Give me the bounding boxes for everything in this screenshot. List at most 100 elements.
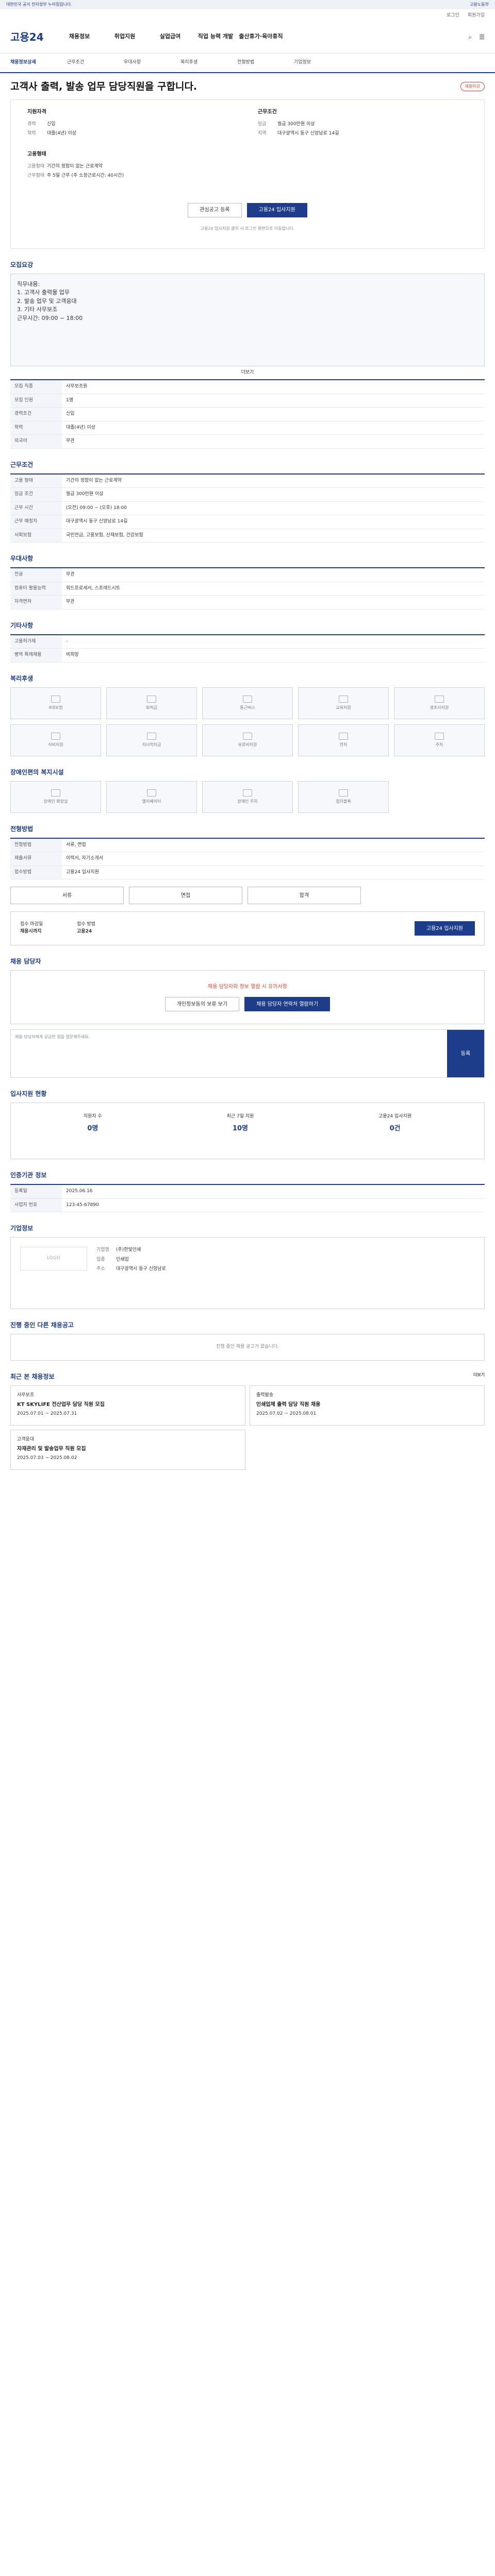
benefit-label: 교육지원 [336, 705, 351, 710]
manager-notice: 채용 담당자와 정보 열람 시 유의사항 [208, 984, 287, 990]
step-interview: 면접 [129, 887, 242, 904]
cell-label: 사업자 번호 [10, 1198, 62, 1212]
disability-tile: 엘리베이터 [106, 781, 197, 813]
cell-value: 2025.06.16 [62, 1184, 485, 1199]
cell-value: 고용24 입사지원 [62, 866, 485, 879]
job-desc-line: 3. 기타 사무보조 [17, 306, 58, 313]
conditions-table: 고용 형태 기간의 정함이 없는 근로계약 임금 조건 월급 300만원 이상 근무… [10, 473, 485, 543]
tab-benefits[interactable]: 복리후생 [180, 59, 237, 66]
disability-grid: 장애인 화장실 엘리베이터 장애인 주차 점자블록 [10, 781, 485, 813]
site-header: 고용24 채용정보 취업지원 실업급여 직업 능력 개발 출산휴가·육아휴직 ⌕… [0, 21, 495, 54]
related-empty: 진행 중인 채용 공고가 없습니다. [10, 1334, 485, 1361]
recent-title: 인쇄업체 출력 담당 직원 채용 [256, 1402, 321, 1408]
privacy-button[interactable]: 개인정보동의 보류 보기 [164, 997, 240, 1011]
benefit-label: 4대보험 [48, 705, 63, 710]
job-desc-line: 2. 발송 업무 및 고객응대 [17, 297, 77, 304]
benefit-label: 연차 [339, 742, 348, 747]
stat-value: 0명 [87, 1124, 98, 1132]
apply-button-bottom[interactable]: 고용24 입사지원 [414, 921, 475, 936]
registration-table: 등록일 2025.06.16 사업자 번호 123-45-67890 [10, 1184, 485, 1212]
recent-tag: 출력발송 [256, 1392, 274, 1398]
benefit-label: 퇴직금 [145, 705, 158, 710]
recent-card[interactable]: 출력발송 인쇄업체 출력 담당 직원 채용 2025.07.02 ~ 2025.08… [250, 1385, 485, 1426]
benefit-icon [51, 695, 60, 703]
qna-submit-button[interactable]: 등록 [447, 1030, 484, 1077]
stat-value: 0건 [389, 1124, 401, 1132]
summary-label: 경력 [27, 121, 36, 127]
summary-qualification-title: 지원자격 [27, 109, 46, 115]
cell-value: 월급 300만원 이상 [62, 487, 485, 502]
recent-more-link[interactable]: 더보기 [473, 1372, 485, 1378]
cell-label: 임금 조건 [10, 487, 62, 502]
section-etc-title: 기타사항 [10, 621, 34, 629]
login-link[interactable]: 로그인 [447, 12, 459, 18]
summary-value: 주 5일 근무 (주 소정근로시간: 40시간) [47, 173, 124, 178]
benefit-icon [339, 695, 348, 703]
more-button[interactable]: 더보기 [10, 369, 485, 377]
menu-icon[interactable]: ☰ [479, 32, 485, 42]
stat-label: 지원자 수 [83, 1114, 102, 1119]
detail-tabs: 채용정보상세 근무조건 우대사항 복리후생 전형방법 기업정보 [0, 54, 495, 73]
site-logo[interactable]: 고용24 [10, 29, 57, 45]
job-desc-line: 근무시간: 09:00 ~ 18:00 [17, 314, 83, 321]
disability-label: 엘리베이터 [142, 799, 161, 804]
recent-card[interactable]: 사무보조 KT SKYLIFE 전산업무 담당 직원 모집 2025.07.01 ~… [10, 1385, 245, 1426]
apply-button[interactable]: 고용24 입사지원 [246, 202, 307, 217]
benefit-label: 식비지원 [48, 742, 63, 747]
summary-label: 고용형태 [27, 163, 45, 169]
cell-label: 경력조건 [10, 407, 62, 421]
tab-company[interactable]: 기업정보 [294, 59, 351, 66]
nav-support[interactable]: 취업지원 [102, 32, 147, 41]
nav-leave[interactable]: 출산휴가·육아휴직 [238, 32, 284, 41]
section-related-title: 진행 중인 다른 채용공고 [10, 1321, 74, 1329]
disability-label: 장애인 주차 [237, 799, 258, 804]
nav-training[interactable]: 직업 능력 개발 [193, 32, 238, 41]
apply-value: 고용24 [77, 928, 92, 934]
tab-detail[interactable]: 채용정보상세 [10, 59, 67, 66]
cell-value: 기간의 정함이 없는 근로계약 [62, 473, 485, 488]
summary-label: 학력 [27, 131, 36, 136]
job-desc-line: 직무내용: [17, 280, 40, 287]
job-description: 직무내용: 1. 고객사 출력물 업무 2. 발송 업무 및 고객응대 3. 기… [10, 273, 485, 366]
qna-input[interactable]: 채용 담당자에게 궁금한 점을 질문해주세요. [11, 1030, 447, 1077]
company-label: 기업명 [96, 1247, 109, 1252]
step-document: 서류 [10, 887, 124, 904]
benefit-tile: 4대보험 [10, 687, 101, 719]
toilet-icon [51, 789, 60, 796]
benefit-icon [51, 732, 60, 740]
cell-value: 대졸(4년) 이상 [62, 421, 485, 435]
cell-label: 등록일 [10, 1184, 62, 1199]
summary-value: 월급 300만원 이상 [277, 121, 315, 127]
tab-preferences[interactable]: 우대사항 [124, 59, 180, 66]
cell-value: - [62, 634, 485, 649]
stat-value: 10명 [232, 1124, 249, 1132]
benefit-label: 통근버스 [240, 705, 255, 710]
cell-label: 학력 [10, 421, 62, 435]
gov-banner: 대한민국 공식 전자정부 누리집입니다. 고용노동부 [0, 0, 495, 9]
contact-button[interactable]: 채용 담당자 연락처 열람하기 [244, 997, 331, 1011]
cell-label: 사회보험 [10, 529, 62, 543]
search-icon[interactable]: ⌕ [469, 32, 472, 42]
scrap-button[interactable]: 관심공고 등록 [188, 202, 242, 217]
tab-selection[interactable]: 전형방법 [237, 59, 294, 66]
nav-jobs[interactable]: 채용정보 [57, 32, 102, 41]
summary-value: 신입 [47, 121, 56, 127]
signup-link[interactable]: 회원가입 [468, 12, 485, 18]
benefit-tile: 교육지원 [298, 687, 389, 719]
recent-title: KT SKYLIFE 전산업무 담당 직원 모집 [17, 1402, 105, 1408]
status-badge: 채용마감 [460, 82, 485, 92]
apply-label: 접수 마감일 [20, 922, 43, 927]
cell-value: 1명 [62, 394, 485, 408]
benefit-label: 경조사지원 [430, 705, 449, 710]
benefit-icon [435, 695, 444, 703]
benefit-tile: 식비지원 [10, 724, 101, 756]
nav-unemployment[interactable]: 실업급여 [147, 32, 193, 41]
benefit-icon [435, 732, 444, 740]
disability-label: 점자블록 [336, 799, 351, 804]
recent-card[interactable]: 고객응대 자재관리 및 발송업무 직원 모집 2025.07.03 ~ 2025.0… [10, 1429, 245, 1470]
section-recent-title: 최근 본 채용정보 더보기 [10, 1372, 485, 1381]
tab-conditions[interactable]: 근무조건 [67, 59, 124, 66]
benefit-icon [147, 695, 156, 703]
benefit-tile: 자녀학자금 [106, 724, 197, 756]
cell-value: 워드프로세서, 스프레드시트 [62, 582, 485, 596]
